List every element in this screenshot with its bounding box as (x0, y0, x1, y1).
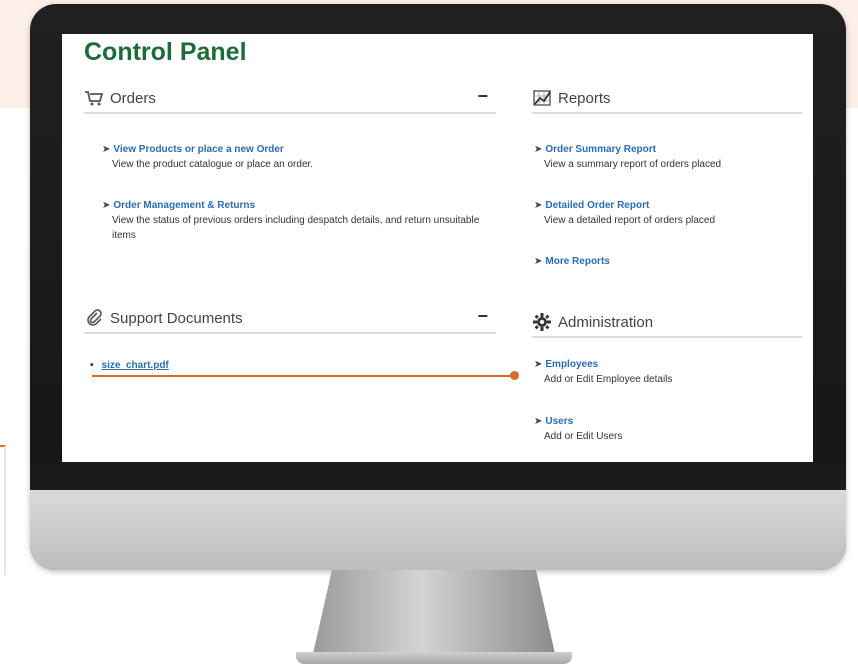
bullet-dot-icon: • (90, 360, 94, 371)
item-description: View a detailed report of orders placed (544, 215, 716, 226)
list-item: • size_chart.pdf (90, 360, 169, 371)
monitor-stand (312, 570, 556, 658)
arrow-right-icon: ➤ (534, 359, 543, 370)
arrow-right-icon: ➤ (102, 200, 111, 211)
list-item: ➤ Order Management & Returns View the sta… (102, 198, 502, 243)
order-management-link[interactable]: Order Management & Returns (113, 200, 255, 211)
list-item: ➤ Detailed Order Report View a detailed r… (534, 198, 804, 228)
order-summary-report-link[interactable]: Order Summary Report (545, 144, 656, 155)
users-link[interactable]: Users (545, 416, 573, 427)
chart-icon (532, 88, 552, 108)
item-description: View the product catalogue or place an o… (112, 159, 314, 170)
page-title: Control Panel (84, 38, 247, 66)
employees-link[interactable]: Employees (545, 359, 598, 370)
arrow-right-icon: ➤ (102, 144, 111, 155)
item-description: View a summary report of orders placed (544, 159, 722, 170)
administration-section-header: Administration (532, 308, 802, 338)
arrow-right-icon: ➤ (534, 144, 543, 155)
orders-collapse-button[interactable]: − (477, 86, 488, 107)
item-description: Add or Edit Users (544, 431, 623, 442)
monitor-bezel-bottom (30, 462, 846, 490)
callout-dot (510, 371, 519, 380)
item-description: Add or Edit Employee details (544, 374, 673, 385)
gear-icon (532, 312, 552, 332)
orders-heading: Orders (110, 89, 156, 107)
list-item: ➤ More Reports (534, 254, 804, 269)
support-documents-heading: Support Documents (110, 309, 243, 327)
support-collapse-button[interactable]: − (477, 306, 488, 327)
shopping-cart-icon (84, 88, 104, 108)
list-item: ➤ Users Add or Edit Users (534, 414, 804, 444)
support-documents-section-header: Support Documents − (84, 304, 496, 334)
list-item: ➤ Employees Add or Edit Employee details (534, 357, 804, 387)
item-description: View the status of previous orders inclu… (112, 215, 480, 241)
monitor-chin (30, 490, 846, 570)
view-products-link[interactable]: View Products or place a new Order (113, 144, 283, 155)
arrow-right-icon: ➤ (534, 416, 543, 427)
left-callout-line (0, 445, 6, 575)
administration-heading: Administration (558, 313, 654, 331)
arrow-right-icon: ➤ (534, 200, 543, 211)
reports-section-header: Reports (532, 84, 802, 114)
arrow-right-icon: ➤ (534, 256, 543, 267)
size-chart-pdf-link[interactable]: size_chart.pdf (102, 360, 169, 371)
monitor-stand-foot (296, 652, 572, 664)
list-item: ➤ Order Summary Report View a summary rep… (534, 142, 804, 172)
list-item: ➤ View Products or place a new Order View… (102, 142, 492, 172)
screen: Control Panel Orders − ➤ View Products or… (62, 34, 813, 462)
callout-line (92, 375, 512, 377)
detailed-order-report-link[interactable]: Detailed Order Report (545, 200, 649, 211)
reports-heading: Reports (558, 89, 611, 107)
more-reports-link[interactable]: More Reports (545, 256, 609, 267)
paperclip-icon (84, 308, 104, 328)
orders-section-header: Orders − (84, 84, 496, 114)
